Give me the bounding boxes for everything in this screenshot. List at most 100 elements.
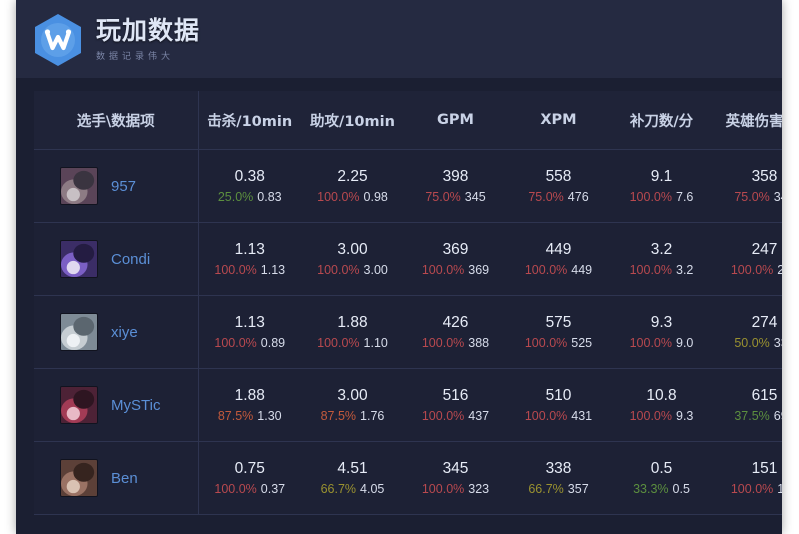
avatar[interactable] xyxy=(60,386,98,424)
player-cell[interactable]: Condi xyxy=(34,222,199,296)
player-cell[interactable]: 957 xyxy=(34,149,199,223)
player-stats-table: 选手\数据项 击杀/10min 助攻/10min GPM XPM 补刀数/分 英… xyxy=(34,91,782,515)
stat-cell[interactable]: 9.3 100.0% 9.0 xyxy=(610,295,713,369)
column-header-hero-damage-per-min[interactable]: 英雄伤害/分 xyxy=(713,91,782,150)
avatar[interactable] xyxy=(60,459,98,497)
stat-cell[interactable]: 9.1 100.0% 7.6 xyxy=(610,149,713,223)
stat-value: 345 xyxy=(442,459,469,477)
stat-subvalue: 100.0% 449 xyxy=(507,261,610,279)
stat-subvalue: 100.0% 388 xyxy=(404,334,507,352)
site-header: 玩加数据 数据记录伟大 xyxy=(16,0,782,78)
player-cell[interactable]: MySTic xyxy=(34,368,199,442)
stat-cell[interactable]: 615 37.5%697 xyxy=(713,368,782,442)
stat-subvalue: 100.0% 9.0 xyxy=(610,334,713,352)
stat-subvalue: 50.0%333 xyxy=(713,334,782,352)
stat-percent: 100.0% xyxy=(214,263,257,278)
stat-cell[interactable]: 0.5 33.3% 0.5 xyxy=(610,441,713,515)
stat-percent: 100.0% xyxy=(629,409,672,424)
stat-value: 151 xyxy=(751,459,778,477)
stat-cell[interactable]: 516 100.0% 437 xyxy=(404,368,507,442)
table-row[interactable]: 957 0.38 25.0% 0.83 2.25 100.0% 0.98 398 75.0% 34… xyxy=(34,149,782,223)
avatar[interactable] xyxy=(60,313,98,351)
stat-subvalue: 100.0% 369 xyxy=(404,261,507,279)
stat-cell[interactable]: 345 100.0% 323 xyxy=(404,441,507,515)
stat-cell[interactable]: 426 100.0% 388 xyxy=(404,295,507,369)
stat-cell[interactable]: 1.13 100.0% 0.89 xyxy=(198,295,301,369)
stat-cell[interactable]: 338 66.7% 357 xyxy=(507,441,610,515)
stat-compare-value: 345 xyxy=(773,190,782,205)
table-body: 957 0.38 25.0% 0.83 2.25 100.0% 0.98 398 75.0% 34… xyxy=(34,149,782,515)
stat-value: 449 xyxy=(545,240,572,258)
stat-percent: 75.0% xyxy=(425,190,461,205)
stat-percent: 100.0% xyxy=(214,336,257,351)
table-row[interactable]: MySTic 1.88 87.5% 1.30 3.00 87.5% 1.76 516 100.0… xyxy=(34,368,782,442)
stat-cell[interactable]: 3.00 87.5% 1.76 xyxy=(301,368,404,442)
stat-subvalue: 100.0% 0.37 xyxy=(199,480,302,498)
column-header-player[interactable]: 选手\数据项 xyxy=(34,91,199,150)
stat-percent: 100.0% xyxy=(214,482,257,497)
stat-cell[interactable]: 0.75 100.0% 0.37 xyxy=(198,441,302,515)
stat-cell[interactable]: 1.13 100.0% 1.13 xyxy=(198,222,302,296)
stat-percent: 100.0% xyxy=(629,190,672,205)
avatar[interactable] xyxy=(60,167,98,205)
stat-compare-value: 3.00 xyxy=(363,263,388,278)
column-header-xpm[interactable]: XPM xyxy=(507,91,610,150)
stat-subvalue: 75.0%345 xyxy=(713,188,782,206)
stat-value: 9.1 xyxy=(650,167,673,185)
column-header-kills-per-10min[interactable]: 击杀/10min xyxy=(198,91,301,150)
stat-cell[interactable]: 398 75.0% 345 xyxy=(404,149,507,223)
stat-cell[interactable]: 358 75.0%345 xyxy=(713,149,782,223)
column-header-gpm[interactable]: GPM xyxy=(404,91,507,150)
stat-cell[interactable]: 274 50.0%333 xyxy=(713,295,782,369)
stats-table-container: 选手\数据项 击杀/10min 助攻/10min GPM XPM 补刀数/分 英… xyxy=(16,78,782,534)
stat-cell[interactable]: 1.88 87.5% 1.30 xyxy=(198,368,301,442)
stat-subvalue: 100.0% 1.10 xyxy=(301,334,404,352)
brand-logo[interactable]: 玩加数据 数据记录伟大 xyxy=(30,12,200,68)
stat-value: 3.00 xyxy=(337,240,368,258)
stat-cell[interactable]: 3.00 100.0% 3.00 xyxy=(301,222,404,296)
stat-subvalue: 100.0% 1.13 xyxy=(199,261,302,279)
column-header-assists-per-10min[interactable]: 助攻/10min xyxy=(301,91,404,150)
stat-cell[interactable]: 575 100.0% 525 xyxy=(507,295,610,369)
stat-cell[interactable]: 0.38 25.0% 0.83 xyxy=(198,149,301,223)
stat-cell[interactable]: 151 100.0%148 xyxy=(713,441,782,515)
stat-percent: 100.0% xyxy=(421,482,465,497)
stat-value: 0.38 xyxy=(234,167,265,185)
stat-cell[interactable]: 10.8 100.0% 9.3 xyxy=(610,368,713,442)
stat-cell[interactable]: 247100.0%247 xyxy=(713,222,782,296)
stat-cell[interactable]: 3.2 100.0% 3.2 xyxy=(610,222,713,296)
stat-value: 1.88 xyxy=(234,386,265,404)
stat-cell[interactable]: 369 100.0% 369 xyxy=(404,222,507,296)
stat-value: 615 xyxy=(751,386,778,404)
player-name: Ben xyxy=(111,469,138,487)
stat-subvalue: 100.0% 3.2 xyxy=(610,261,713,279)
stat-subvalue: 66.7% 357 xyxy=(507,480,610,498)
stat-cell[interactable]: 2.25 100.0% 0.98 xyxy=(301,149,404,223)
stat-value: 1.13 xyxy=(234,313,265,331)
stat-subvalue: 37.5%697 xyxy=(713,407,782,425)
stat-compare-value: 0.98 xyxy=(363,190,388,205)
table-row[interactable]: xiye 1.13 100.0% 0.89 1.88 100.0% 1.10 426 100.0… xyxy=(34,295,782,369)
brand-title: 玩加数据 xyxy=(96,16,201,46)
stat-value: 1.13 xyxy=(234,240,265,258)
stat-cell[interactable]: 510 100.0% 431 xyxy=(507,368,610,442)
player-cell[interactable]: xiye xyxy=(34,295,199,369)
stat-cell[interactable]: 449 100.0% 449 xyxy=(507,222,610,296)
table-row[interactable]: Condi 1.13 100.0% 1.13 3.00 100.0% 3.00 369 100.… xyxy=(34,222,782,296)
stat-percent: 66.7% xyxy=(320,482,357,497)
player-inner: Condi xyxy=(60,240,198,278)
player-cell[interactable]: Ben xyxy=(34,441,199,515)
stat-subvalue: 100.0% 437 xyxy=(404,407,507,425)
stat-compare-value: 0.37 xyxy=(260,482,286,497)
stat-value: 274 xyxy=(751,313,778,331)
table-row[interactable]: Ben 0.75 100.0% 0.37 4.51 66.7% 4.05 345 100.0% 3… xyxy=(34,441,782,515)
stat-cell[interactable]: 1.88 100.0% 1.10 xyxy=(301,295,404,369)
avatar[interactable] xyxy=(60,240,98,278)
column-header-last-hits-per-min[interactable]: 补刀数/分 xyxy=(610,91,713,150)
stat-percent: 100.0% xyxy=(730,263,774,278)
stat-percent: 100.0% xyxy=(730,482,774,497)
stat-cell[interactable]: 558 75.0% 476 xyxy=(507,149,610,223)
stat-compare-value: 431 xyxy=(571,409,593,424)
stat-cell[interactable]: 4.51 66.7% 4.05 xyxy=(301,441,404,515)
stat-compare-value: 437 xyxy=(468,409,490,424)
